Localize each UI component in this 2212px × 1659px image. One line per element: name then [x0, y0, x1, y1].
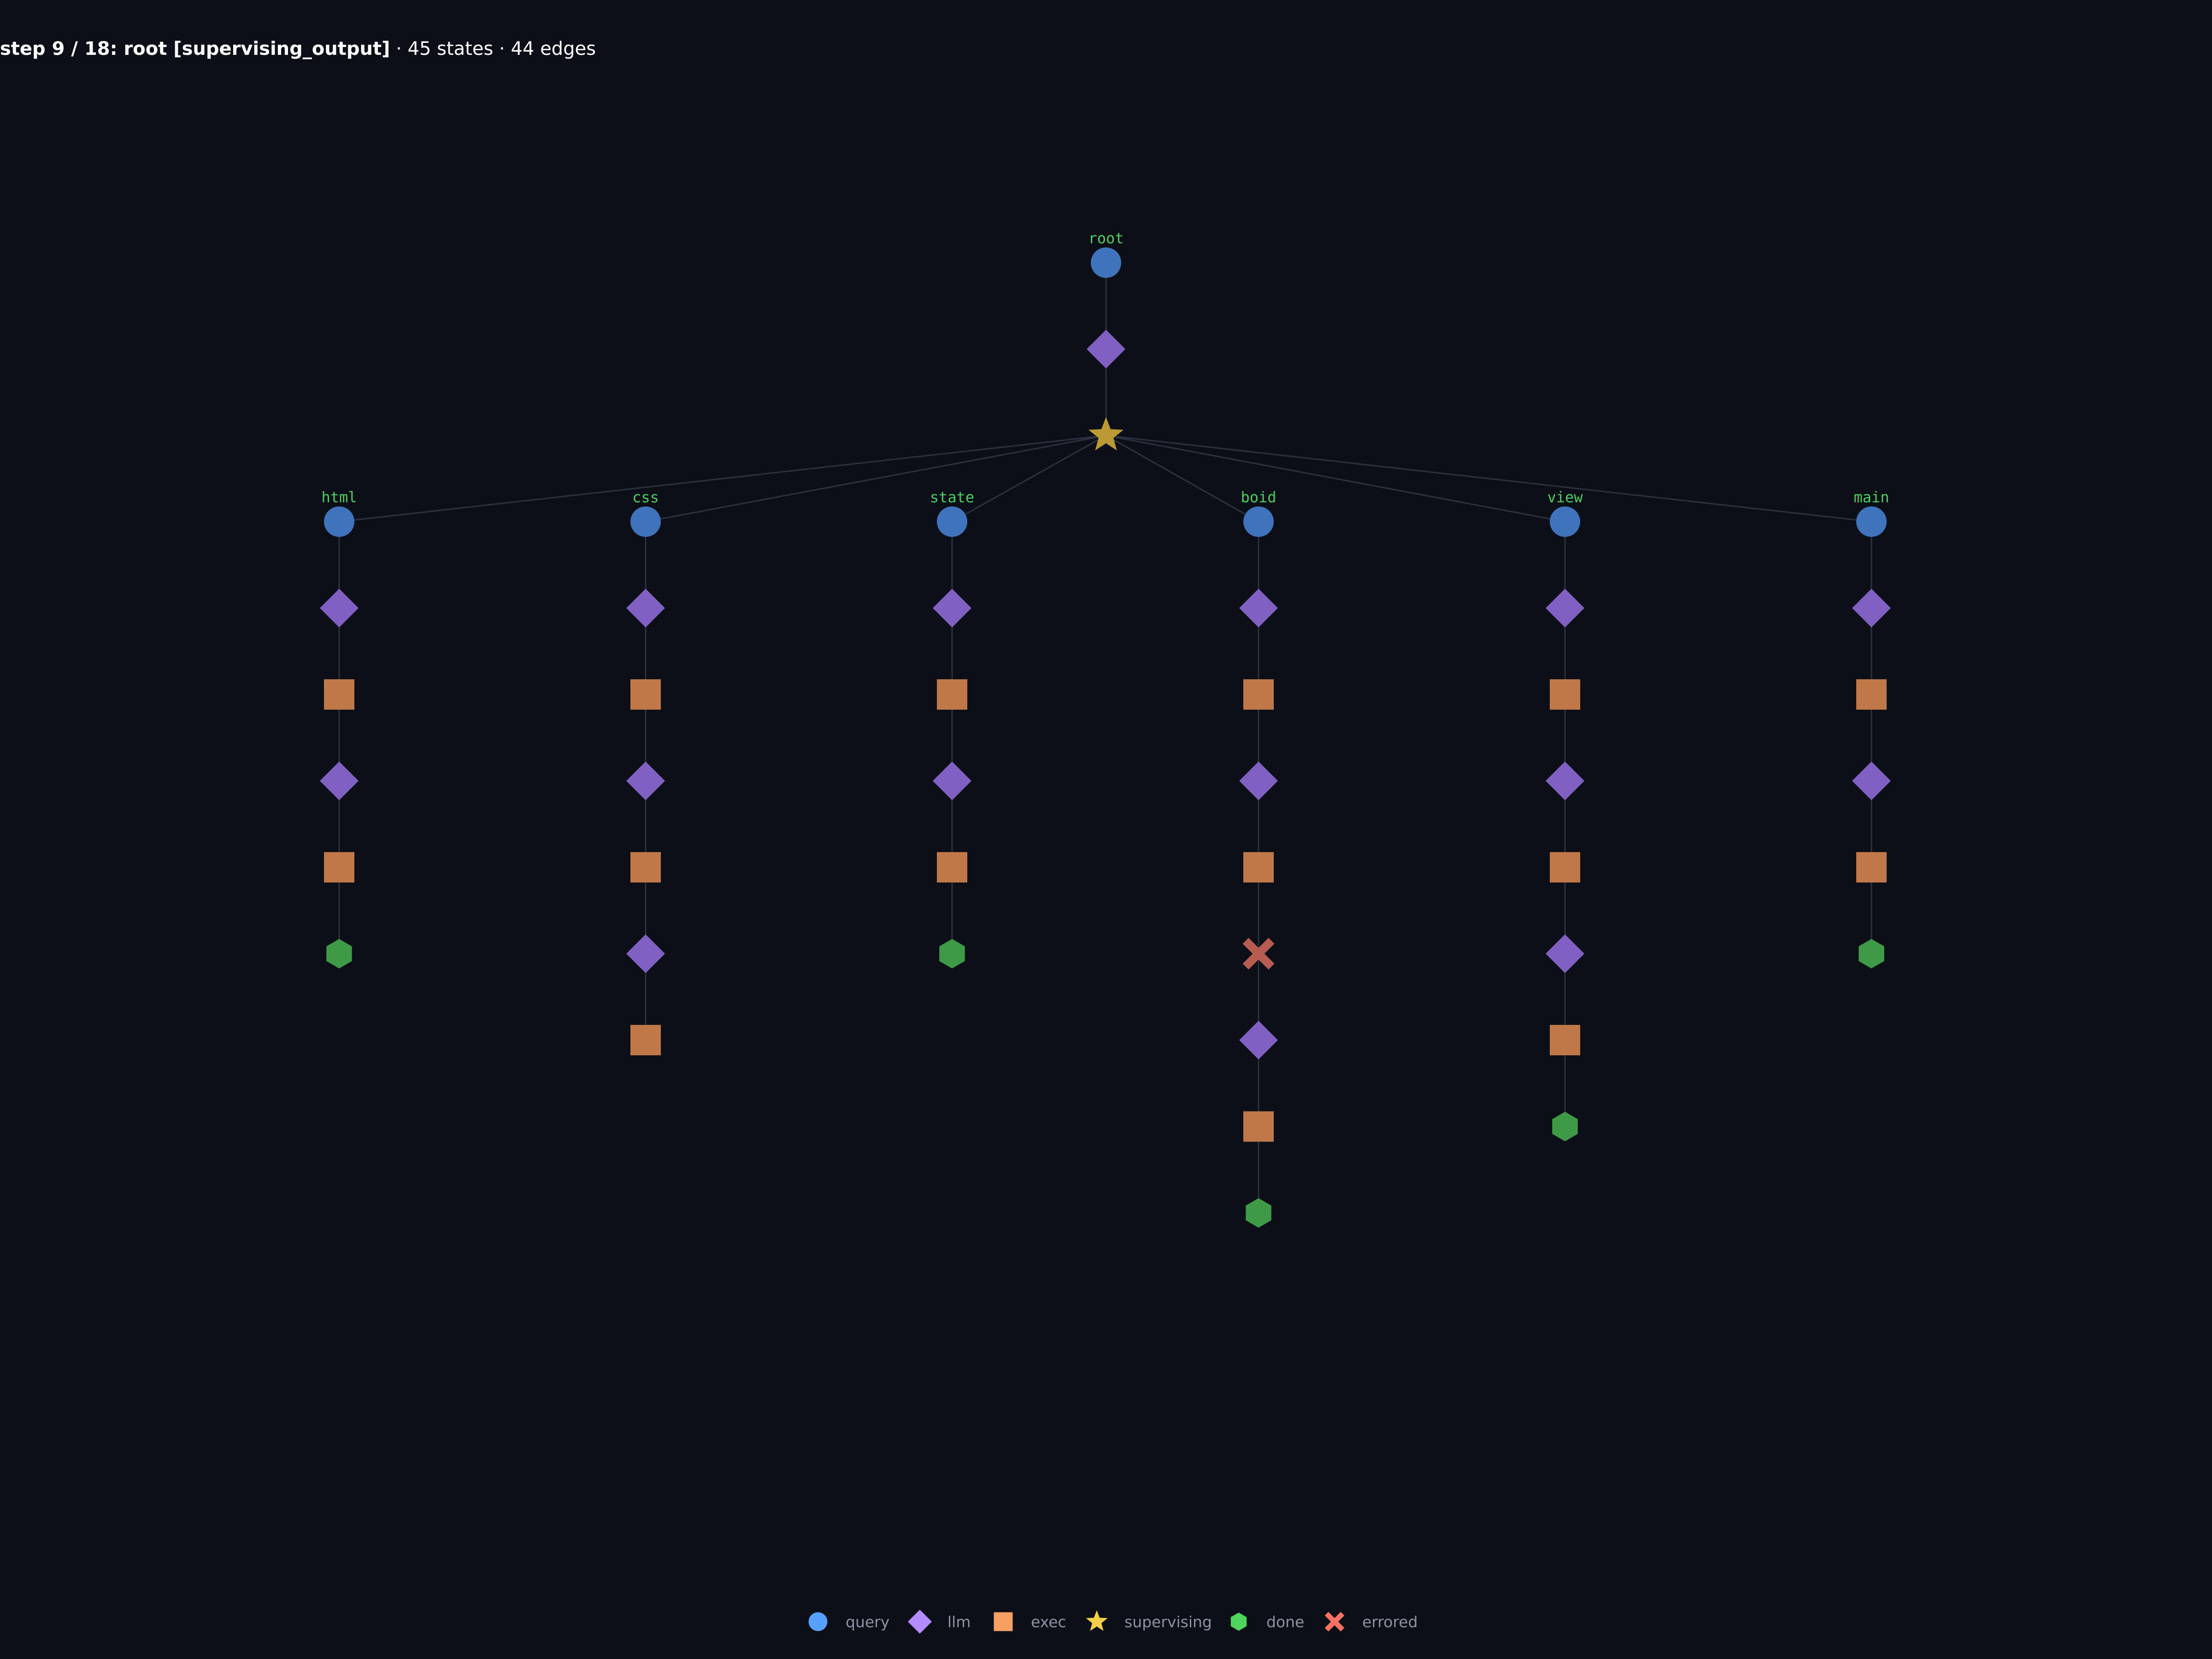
legend-item-exec: exec: [994, 1612, 1066, 1631]
star-icon: [1086, 1610, 1108, 1631]
legend-label: llm: [947, 1613, 971, 1631]
square-icon: [994, 1612, 1013, 1631]
legend: query llm exec supervising done errored: [808, 1609, 1418, 1634]
legend-items: query llm exec supervising done errored: [808, 1609, 1418, 1634]
legend-item-query: query: [808, 1612, 889, 1631]
legend-item-llm: llm: [907, 1609, 971, 1634]
legend-label: supervising: [1124, 1613, 1212, 1631]
hexagon-icon: [1230, 1612, 1247, 1631]
legend-item-done: done: [1230, 1612, 1304, 1631]
circle-icon: [808, 1612, 828, 1631]
legend-label: query: [846, 1613, 889, 1631]
x-cross-icon: [1324, 1612, 1345, 1632]
legend-item-supervising: supervising: [1086, 1610, 1212, 1631]
legend-label: exec: [1031, 1613, 1066, 1631]
legend-label: errored: [1362, 1613, 1418, 1631]
legend-label: done: [1266, 1613, 1304, 1631]
legend-item-errored: errored: [1324, 1612, 1418, 1632]
diamond-icon: [907, 1609, 932, 1634]
